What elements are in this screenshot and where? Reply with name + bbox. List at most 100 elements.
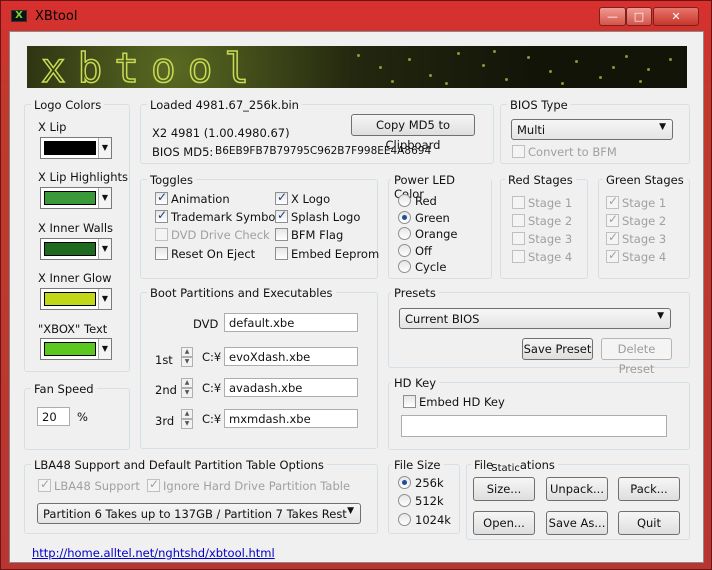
x-lip-color-picker[interactable]: ▼	[40, 137, 112, 159]
title-bar[interactable]: X XBtool — □ ✕	[1, 1, 712, 31]
bfm-flag-checkbox[interactable]: BFM Flag	[275, 228, 343, 242]
second-partition-spinner[interactable]: ▲ ▼	[181, 378, 193, 398]
lba48-group: LBA48 Support and Default Partition Tabl…	[24, 458, 378, 534]
third-partition-spinner[interactable]: ▲ ▼	[181, 409, 193, 429]
toggles-group: Toggles Animation X Logo Trademark Symbo…	[140, 173, 379, 279]
size-512k-radio[interactable]: 512k	[398, 494, 444, 508]
hd-key-group: HD Key Embed HD Key	[388, 376, 690, 450]
hd-key-title: HD Key	[391, 376, 440, 390]
minimize-button[interactable]: —	[599, 7, 626, 26]
convert-bfm-checkbox[interactable]: Convert to BFM	[512, 145, 617, 159]
bios-type-selected: Multi	[517, 123, 546, 137]
x-logo-label: X Logo	[291, 192, 331, 206]
bios-info-group: Loaded 4981.67_256k.bin Copy MD5 to Clip…	[140, 98, 494, 164]
bios-version: X2 4981 (1.00.4980.67)	[152, 126, 290, 140]
lba48-title: LBA48 Support and Default Partition Tabl…	[31, 458, 327, 472]
partition-table-selected: Partition 6 Takes up to 137GB / Partitio…	[43, 507, 347, 521]
xbox-text-color-picker[interactable]: ▼	[40, 338, 112, 360]
first-drive-label: C:¥	[202, 350, 222, 364]
md5-value: B6EB9FB7B79795C962B7F998EE4A8694	[215, 145, 432, 157]
maximize-button[interactable]: □	[626, 7, 652, 26]
x-lip-highlights-color-picker[interactable]: ▼	[40, 187, 112, 209]
led-off-radio[interactable]: Off	[398, 244, 432, 258]
size-512k-label: 512k	[415, 494, 444, 508]
red-stage-3-checkbox[interactable]: Stage 3	[512, 232, 572, 246]
bios-type-title: BIOS Type	[507, 98, 571, 112]
bios-type-select[interactable]: Multi ▼	[511, 119, 673, 140]
chevron-down-icon: ▼	[98, 188, 111, 208]
dvd-drive-check-checkbox[interactable]: DVD Drive Check	[155, 228, 270, 242]
chevron-down-icon: ▼	[657, 311, 664, 321]
splash-logo-checkbox[interactable]: Splash Logo	[275, 208, 360, 224]
xbox-text-label: "XBOX" Text	[38, 322, 108, 336]
save-as-button[interactable]: Save As...	[546, 511, 608, 535]
animation-checkbox[interactable]: Animation	[155, 190, 230, 206]
chevron-down-icon: ▼	[98, 138, 111, 158]
led-red-radio[interactable]: Red	[398, 194, 437, 208]
trademark-label: Trademark Symbol	[171, 210, 279, 224]
red-stage-4-checkbox[interactable]: Stage 4	[512, 250, 572, 264]
app-window: X XBtool — □ ✕ xbtool Logo Colors X Lip …	[0, 0, 712, 570]
led-green-radio[interactable]: Green	[398, 211, 450, 225]
quit-button[interactable]: Quit	[618, 511, 680, 535]
green-stage-1-checkbox[interactable]: Stage 1	[606, 194, 666, 210]
x-inner-walls-color-picker[interactable]: ▼	[40, 238, 112, 260]
green-stage-4-checkbox[interactable]: Stage 4	[606, 248, 666, 264]
red-stage-2-checkbox[interactable]: Stage 2	[512, 214, 572, 228]
embed-hd-key-checkbox[interactable]: Embed HD Key	[403, 395, 505, 409]
x-logo-checkbox[interactable]: X Logo	[275, 190, 331, 206]
dvd-exe-input[interactable]: default.xbe	[224, 313, 358, 332]
fan-speed-unit: %	[77, 410, 88, 424]
led-orange-radio[interactable]: Orange	[398, 227, 458, 241]
x-inner-glow-color-picker[interactable]: ▼	[40, 288, 112, 310]
delete-preset-button[interactable]: Delete Preset	[601, 338, 672, 376]
size-button[interactable]: Size...	[473, 477, 535, 501]
preset-select[interactable]: Current BIOS ▼	[399, 308, 671, 329]
save-preset-button[interactable]: Save Preset	[522, 338, 593, 360]
first-exe-input[interactable]: evoXdash.xbe	[224, 347, 358, 366]
copy-md5-button[interactable]: Copy MD5 to Clipboard	[351, 114, 475, 152]
trademark-checkbox[interactable]: Trademark Symbol	[155, 208, 279, 224]
ignore-partition-table-checkbox[interactable]: Ignore Hard Drive Partition Table	[147, 477, 350, 493]
dvd-drive-check-label: DVD Drive Check	[171, 228, 270, 242]
green-stage-2-checkbox[interactable]: Stage 2	[606, 212, 667, 228]
unpack-button[interactable]: Unpack...	[546, 477, 608, 501]
led-cycle-radio[interactable]: Cycle	[398, 260, 446, 274]
homepage-link[interactable]: http://home.alltel.net/nghtshd/xbtool.ht…	[32, 546, 275, 560]
hd-key-input[interactable]	[401, 415, 667, 437]
close-button[interactable]: ✕	[653, 7, 699, 26]
app-icon: X	[11, 10, 27, 22]
green-stage-3-checkbox[interactable]: Stage 3	[606, 230, 666, 246]
banner: xbtool	[27, 46, 687, 88]
logo-colors-title: Logo Colors	[31, 98, 105, 112]
green-stage-2-label: Stage 2	[622, 214, 667, 228]
size-1024k-radio[interactable]: 1024k	[398, 513, 451, 527]
file-size-group: File Size 256k 512k 1024k	[388, 458, 460, 534]
x-lip-label: X Lip	[38, 120, 67, 134]
third-exe-input[interactable]: mxmdash.xbe	[224, 409, 358, 428]
open-button[interactable]: Open...	[473, 511, 535, 535]
red-stage-1-checkbox[interactable]: Stage 1	[512, 196, 572, 210]
led-red-label: Red	[415, 194, 437, 208]
size-256k-radio[interactable]: 256k	[398, 476, 444, 490]
convert-bfm-label: Convert to BFM	[528, 145, 617, 159]
banner-logo: xbtool	[40, 46, 262, 88]
red-stage-4-label: Stage 4	[528, 250, 573, 264]
led-off-label: Off	[415, 244, 432, 258]
bfm-flag-label: BFM Flag	[291, 228, 344, 242]
embed-eeprom-checkbox[interactable]: Embed Eeprom	[275, 247, 379, 261]
fan-speed-input[interactable]: 20	[37, 407, 70, 426]
partition-table-select[interactable]: Partition 6 Takes up to 137GB / Partitio…	[37, 503, 361, 524]
lba48-support-label: LBA48 Support	[54, 479, 140, 493]
presets-title: Presets	[391, 286, 439, 300]
fan-speed-group: Fan Speed 20 %	[24, 382, 130, 450]
lba48-support-checkbox[interactable]: LBA48 Support	[38, 477, 140, 493]
x-lip-highlights-label: X Lip Highlights	[38, 170, 129, 184]
reset-on-eject-checkbox[interactable]: Reset On Eject	[155, 247, 255, 261]
dvd-label: DVD	[193, 317, 219, 331]
second-exe-input[interactable]: avadash.xbe	[224, 378, 358, 397]
pack-button[interactable]: Pack...	[618, 477, 680, 501]
led-orange-label: Orange	[415, 227, 458, 241]
first-partition-spinner[interactable]: ▲ ▼	[181, 347, 193, 367]
window-title: XBtool	[35, 9, 78, 24]
